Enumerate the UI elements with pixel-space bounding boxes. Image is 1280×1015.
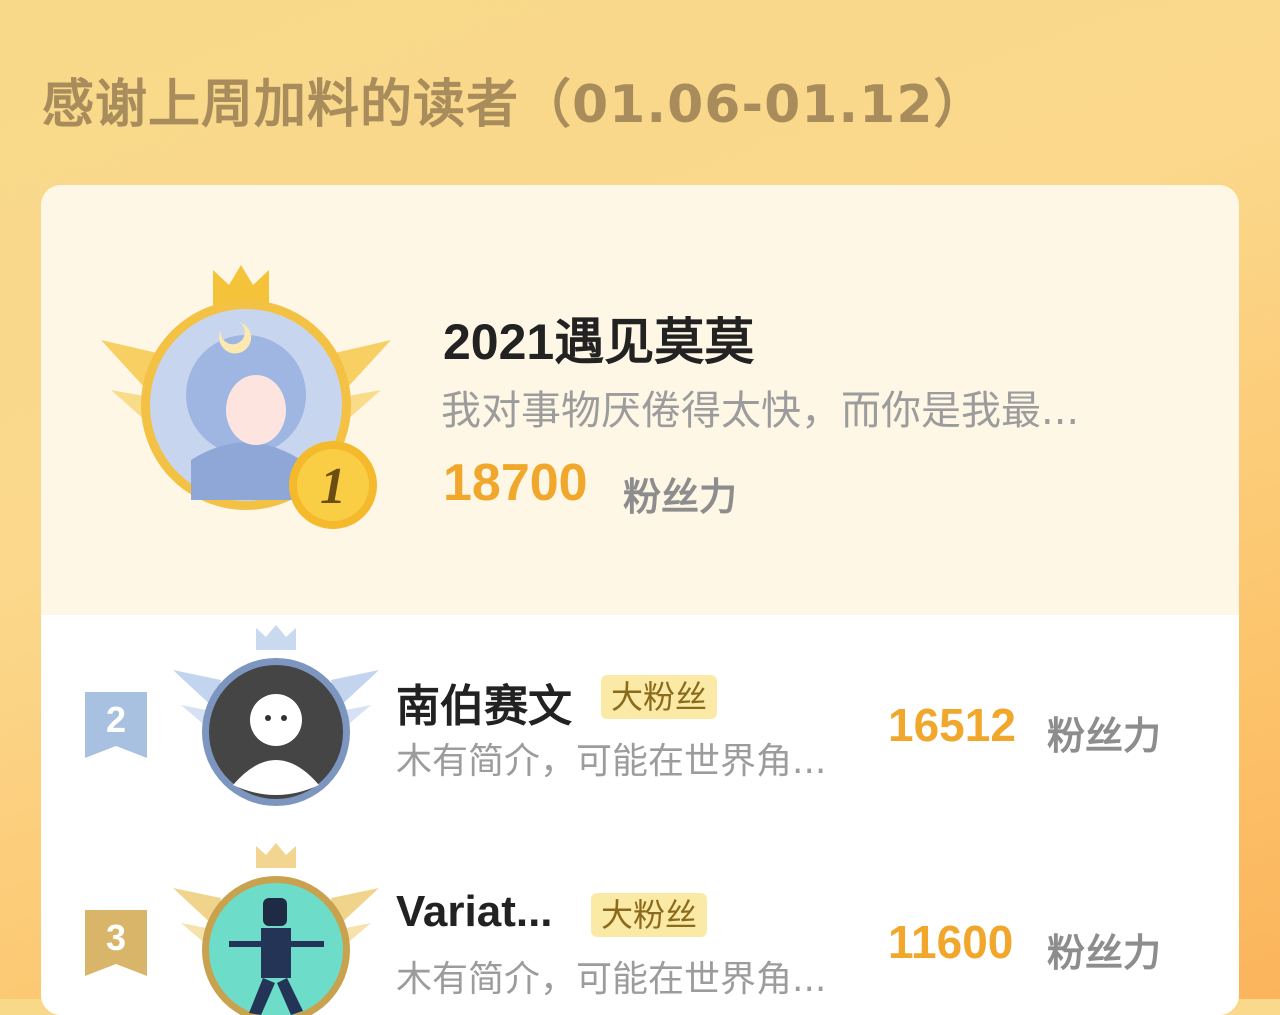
rank-1-score: 18700 <box>443 454 588 512</box>
rank-2-name[interactable]: 南伯赛文 <box>396 670 572 734</box>
rank-3-unit: 粉丝力 <box>1047 931 1162 975</box>
svg-text:1: 1 <box>320 458 346 515</box>
rank-1-name[interactable]: 2021遇见莫莫 <box>443 302 754 374</box>
rank-3-score: 11600 <box>888 916 1014 968</box>
rank-3-name[interactable]: Variat... <box>396 887 553 937</box>
rank-1-avatar-frame[interactable]: 1 <box>96 260 396 530</box>
crown-icon <box>256 843 296 868</box>
rank-2-bio: 木有简介，可能在世界角... <box>396 741 827 782</box>
rank-2-flag-icon: 2 <box>85 692 147 758</box>
rank-1-unit: 粉丝力 <box>623 475 738 519</box>
ranking-card: 1 2021遇见莫莫 我对事物厌倦得太快，而你是我最... 18700 粉丝力 … <box>41 185 1239 1015</box>
rank-2-fan-badge: 大粉丝 <box>601 675 718 719</box>
rank-3-avatar-frame[interactable] <box>171 843 381 1015</box>
crown-icon <box>256 625 296 650</box>
rank-2-unit: 粉丝力 <box>1047 714 1162 758</box>
rank-3-fan-badge: 大粉丝 <box>591 893 708 937</box>
svg-text:2: 2 <box>106 699 126 740</box>
rank-2-avatar-frame[interactable] <box>171 625 381 810</box>
page-title: 感谢上周加料的读者（01.06-01.12） <box>42 75 987 135</box>
rank-3-flag-icon: 3 <box>85 910 147 976</box>
svg-text:3: 3 <box>106 917 126 958</box>
rank-3-bio: 木有简介，可能在世界角... <box>396 959 827 1000</box>
crown-icon <box>213 265 269 305</box>
rank-1-bio: 我对事物厌倦得太快，而你是我最... <box>441 388 1080 434</box>
rank-2-score: 16512 <box>888 699 1016 751</box>
